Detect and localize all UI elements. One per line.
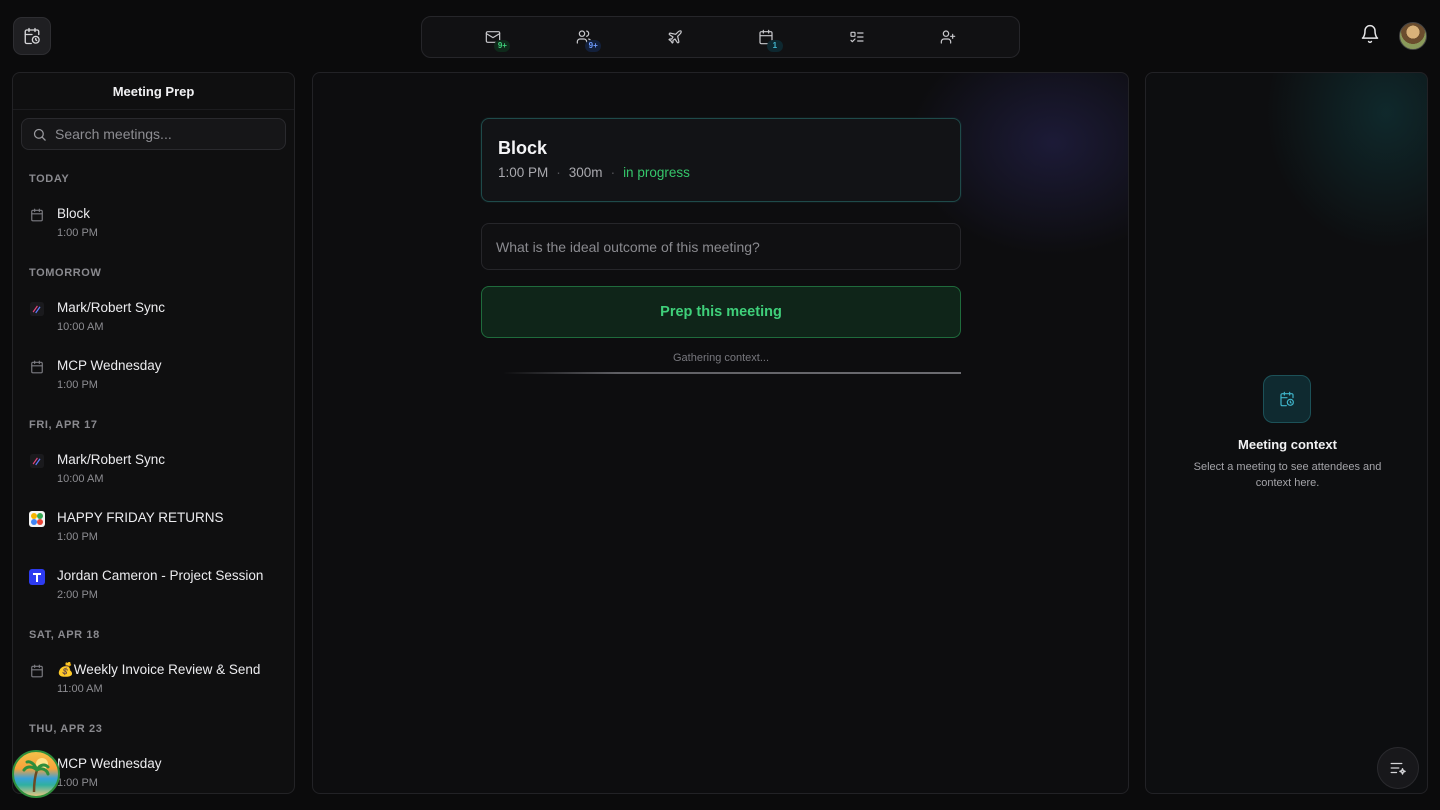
meeting-item-time: 11:00 AM [57, 683, 103, 695]
top-nav: 9+ 9+ 1 [421, 16, 1020, 58]
meeting-list-item[interactable]: 💰Weekly Invoice Review & Send 11:00 AM [13, 660, 294, 700]
meeting-list-item[interactable]: Mark/Robert Sync 10:00 AM [13, 450, 294, 490]
meeting-item-title: Mark/Robert Sync [57, 300, 166, 315]
app-calendar-button[interactable] [13, 17, 51, 55]
search-box[interactable] [21, 118, 286, 150]
calendar-icon [29, 663, 45, 679]
nav-tasks[interactable] [837, 20, 877, 54]
assistant-button[interactable] [1377, 747, 1419, 789]
progress-bar [503, 372, 961, 374]
meeting-item-title: Jordan Cameron - Project Session [57, 568, 264, 583]
linear-logo-icon [29, 301, 45, 317]
meeting-item-time: 1:00 PM [57, 531, 98, 543]
context-title: Meeting context [1238, 437, 1337, 452]
t-logo-icon [29, 569, 45, 585]
user-avatar[interactable] [1399, 22, 1427, 50]
group-label: TOMORROW [29, 267, 102, 279]
bell-icon [1360, 24, 1380, 44]
notifications-button[interactable] [1360, 24, 1380, 44]
meeting-text: MCP Wednesday 1:00 PM [57, 754, 162, 793]
meeting-text: MCP Wednesday 1:00 PM [57, 356, 162, 396]
app-root: 9+ 9+ 1 Meeting Prep Search meetings... … [0, 0, 1440, 810]
plane-icon [667, 29, 683, 45]
group-label: FRI, APR 17 [29, 419, 98, 431]
gathering-status-text: Gathering context... [673, 352, 769, 364]
nav-add-contact[interactable] [928, 20, 968, 54]
meeting-item-time: 2:00 PM [57, 589, 98, 601]
user-plus-icon [940, 29, 956, 45]
meeting-item-title: 💰Weekly Invoice Review & Send [57, 662, 261, 677]
palm-tree-icon [22, 758, 50, 793]
meeting-list-item[interactable]: HAPPY FRIDAY RETURNS 1:00 PM [13, 508, 294, 548]
calendar-icon [29, 359, 45, 375]
colorful-app-icon [29, 511, 45, 527]
meeting-item-time: 1:00 PM [57, 777, 98, 789]
selected-meeting-card: Block 1:00 PM · 300m · in progress [481, 118, 961, 202]
meeting-item-title: Block [57, 206, 91, 221]
context-calendar-icon [1263, 375, 1311, 423]
calendar-icon [29, 207, 45, 223]
separator-dot: · [556, 165, 561, 180]
mail-badge: 9+ [494, 40, 511, 52]
meeting-groups: TODAY Block 1:00 PM TOMORROW Mark/Robert Syn… [13, 150, 294, 793]
list-sparkle-icon [1389, 759, 1407, 777]
context-description: Select a meeting to see attendees and co… [1193, 461, 1382, 489]
nav-calendar[interactable]: 1 [746, 20, 786, 54]
meeting-text: Mark/Robert Sync 10:00 AM [57, 450, 165, 490]
prep-meeting-button[interactable]: Prep this meeting [481, 286, 961, 338]
linear-logo-icon [29, 453, 45, 469]
meeting-item-title: MCP Wednesday [57, 756, 162, 771]
people-badge: 9+ [585, 40, 602, 52]
meeting-text: Jordan Cameron - Project Session 2:00 PM [57, 566, 263, 606]
meeting-item-title: Mark/Robert Sync [57, 452, 166, 467]
meeting-item-time: 1:00 PM [57, 379, 98, 391]
meeting-title: Block [498, 138, 548, 158]
meeting-list-item[interactable]: Block 1:00 PM [13, 204, 294, 244]
meeting-duration: 300m [568, 165, 603, 180]
panel-title: Meeting Prep [13, 73, 294, 110]
meeting-goal-input[interactable] [481, 223, 961, 270]
meeting-item-time: 10:00 AM [57, 321, 104, 333]
meeting-item-time: 10:00 AM [57, 473, 104, 485]
meeting-meta: 1:00 PM · 300m · in progress [498, 165, 944, 180]
meeting-time: 1:00 PM [498, 165, 549, 180]
meeting-status: in progress [623, 165, 690, 180]
meeting-list-item[interactable]: MCP Wednesday 1:00 PM [13, 356, 294, 396]
separator-dot: · [610, 165, 616, 180]
calendar-badge: 1 [766, 40, 783, 52]
workspace-avatar[interactable] [12, 750, 60, 798]
meeting-list-panel: Meeting Prep TODAY Block 1:00 PM TOMORROW Ma… [12, 72, 295, 794]
meeting-item-time: 1:00 PM [57, 227, 98, 239]
meeting-text: Mark/Robert Sync 10:00 AM [57, 298, 165, 338]
meeting-prep-main: Block 1:00 PM · 300m · in progress Prep … [312, 72, 1129, 794]
search-icon [32, 127, 47, 142]
meeting-list-item[interactable]: Mark/Robert Sync 10:00 AM [13, 298, 294, 338]
meeting-item-title: HAPPY FRIDAY RETURNS [57, 510, 224, 525]
checklist-icon [849, 29, 865, 45]
nav-mail[interactable]: 9+ [473, 20, 513, 54]
calendar-clock-icon [23, 27, 41, 45]
meeting-list-item[interactable]: Jordan Cameron - Project Session 2:00 PM [13, 566, 294, 606]
meeting-context-panel: Meeting context Select a meeting to see … [1145, 72, 1428, 794]
search-input[interactable] [55, 126, 275, 142]
nav-people[interactable]: 9+ [564, 20, 604, 54]
nav-travel[interactable] [655, 20, 695, 54]
meeting-text: HAPPY FRIDAY RETURNS 1:00 PM [57, 508, 224, 548]
group-label: TODAY [29, 173, 70, 185]
meeting-item-title: MCP Wednesday [57, 358, 162, 373]
group-label: THU, APR 23 [29, 723, 103, 735]
group-label: SAT, APR 18 [29, 629, 100, 641]
meeting-text: 💰Weekly Invoice Review & Send 11:00 AM [57, 660, 260, 700]
meeting-text: Block 1:00 PM [57, 204, 98, 244]
